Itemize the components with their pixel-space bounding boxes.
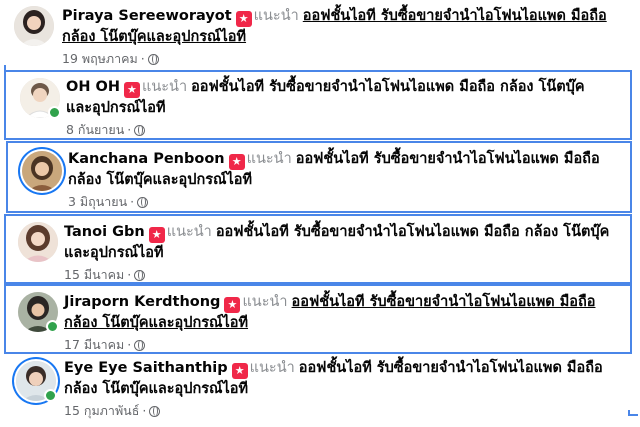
online-status-dot xyxy=(44,389,57,402)
star-icon: ★ xyxy=(235,11,252,27)
avatar[interactable] xyxy=(16,361,57,402)
review-date[interactable]: 15 กุมภาพันธ์ xyxy=(64,403,139,418)
review-meta: 17 มีนาคม · xyxy=(64,336,624,354)
globe-icon xyxy=(137,197,149,208)
review-meta: 15 มีนาคม · xyxy=(64,266,624,284)
page-link[interactable]: ออฟชั้นไอที รับซื้อขายจำนำไอโฟนไอแพด มือ… xyxy=(299,360,603,376)
recommend-label: แนะนำ xyxy=(253,8,299,24)
review-line: กล้อง โน๊ตบุ๊คและอุปกรณ์ไอที xyxy=(64,313,624,334)
review-line: Tanoi Gbn ★ แนะนำ ออฟชั้นไอที รับซื้อขายจำน… xyxy=(64,222,624,243)
page-link[interactable]: ออฟชั้นไอที รับซื้อขายจำนำไอโฟนไอแพด มือ… xyxy=(296,151,600,167)
review-date[interactable]: 17 มีนาคม xyxy=(64,337,124,352)
review-meta: 3 มิถุนายน · xyxy=(68,193,624,211)
globe-icon xyxy=(134,270,146,281)
review-line: Jiraporn Kerdthong ★ แนะนำ ออฟชั้นไอที รับซ… xyxy=(64,292,624,313)
star-icon: ★ xyxy=(228,154,245,170)
review-line: และอุปกรณ์ไอที xyxy=(64,243,624,264)
avatar-photo xyxy=(14,6,54,46)
online-status-dot xyxy=(48,106,61,119)
avatar[interactable] xyxy=(18,292,59,333)
review-meta: 15 กุมภาพันธ์ · xyxy=(64,402,634,420)
star-icon: ★ xyxy=(224,297,241,313)
review-line: OH OH ★ แนะนำ ออฟชั้นไอที รับซื้อขายจำนำไอโ… xyxy=(66,77,624,98)
globe-icon xyxy=(134,340,146,351)
review-card: Eye Eye Saithanthip ★ แนะนำ ออฟชั้นไอที รับ… xyxy=(0,355,640,427)
reviewer-name[interactable]: Tanoi Gbn xyxy=(64,224,145,240)
avatar[interactable] xyxy=(14,6,54,46)
page-link[interactable]: ออฟชั้นไอที รับซื้อขายจำนำไอโฟนไอแพด มือ… xyxy=(191,79,585,95)
globe-icon xyxy=(134,125,146,136)
review-date[interactable]: 15 มีนาคม xyxy=(64,267,124,282)
star-icon: ★ xyxy=(123,82,140,98)
online-status-dot xyxy=(46,320,59,333)
review-line: กล้อง โน๊ตบุ๊คและอุปกรณ์ไอที xyxy=(64,379,634,400)
page-link[interactable]: ออฟชั้นไอที รับซื้อขายจำนำไอโฟนไอแพด มือ… xyxy=(292,294,596,310)
review-line: Eye Eye Saithanthip ★ แนะนำ ออฟชั้นไอที รับ… xyxy=(64,358,634,379)
review-card: Tanoi Gbn ★ แนะนำ ออฟชั้นไอที รับซื้อขายจำน… xyxy=(4,214,632,284)
globe-icon xyxy=(147,54,159,65)
recommend-label: แนะนำ xyxy=(246,151,292,167)
page-link[interactable]: ออฟชั้นไอที รับซื้อขายจำนำไอโฟนไอแพด มือ… xyxy=(216,224,610,240)
page-link[interactable]: และอุปกรณ์ไอที xyxy=(66,100,166,116)
page-link[interactable]: กล้อง โน๊ตบุ๊คและอุปกรณ์ไอที xyxy=(64,381,248,397)
reviewer-name[interactable]: Piraya Sereeworayot xyxy=(62,8,232,24)
reviewer-name[interactable]: Kanchana Penboon xyxy=(68,151,225,167)
recommend-label: แนะนำ xyxy=(141,79,188,95)
page-link[interactable]: กล้อง โน๊ตบุ๊คและอุปกรณ์ไอที xyxy=(62,29,246,45)
avatar-photo xyxy=(22,151,62,191)
review-meta: 19 พฤษภาคม · xyxy=(62,50,634,68)
star-icon: ★ xyxy=(148,227,165,243)
review-line: กล้อง โน๊ตบุ๊คและอุปกรณ์ไอที xyxy=(68,170,624,191)
recommend-label: แนะนำ xyxy=(166,224,212,240)
star-icon: ★ xyxy=(231,363,248,379)
recommend-label: แนะนำ xyxy=(249,360,295,376)
avatar[interactable] xyxy=(20,78,61,119)
review-card: Piraya Sereeworayot ★ แนะนำ ออฟชั้นไอที รับ… xyxy=(0,0,640,70)
avatar-photo xyxy=(18,222,58,262)
reviewer-name[interactable]: OH OH xyxy=(66,79,120,95)
review-meta: 8 กันยายน · xyxy=(66,121,624,139)
review-line: Kanchana Penboon ★ แนะนำ ออฟชั้นไอที รับซื้… xyxy=(68,149,624,170)
review-card: OH OH ★ แนะนำ ออฟชั้นไอที รับซื้อขายจำนำไอโ… xyxy=(4,70,632,140)
page-link[interactable]: กล้อง โน๊ตบุ๊คและอุปกรณ์ไอที xyxy=(68,172,252,188)
frame-edge xyxy=(630,414,638,416)
review-line: กล้อง โน๊ตบุ๊คและอุปกรณ์ไอที xyxy=(62,27,634,48)
page-link[interactable]: ออฟชั้นไอที รับซื้อขายจำนำไอโฟนไอแพด มือ… xyxy=(303,8,607,24)
review-card: Kanchana Penboon ★ แนะนำ ออฟชั้นไอที รับซื้… xyxy=(6,141,632,213)
globe-icon xyxy=(149,406,161,417)
recommend-label: แนะนำ xyxy=(242,294,288,310)
review-line: Piraya Sereeworayot ★ แนะนำ ออฟชั้นไอที รับ… xyxy=(62,6,634,27)
avatar[interactable] xyxy=(18,222,58,262)
avatar[interactable] xyxy=(22,151,62,191)
page-link[interactable]: และอุปกรณ์ไอที xyxy=(64,245,164,261)
review-date[interactable]: 8 กันยายน xyxy=(66,122,124,137)
reviewer-name[interactable]: Eye Eye Saithanthip xyxy=(64,360,228,376)
reviewer-name[interactable]: Jiraporn Kerdthong xyxy=(64,294,220,310)
review-card: Jiraporn Kerdthong ★ แนะนำ ออฟชั้นไอที รับซ… xyxy=(4,284,632,354)
review-date[interactable]: 3 มิถุนายน xyxy=(68,194,127,209)
page-link[interactable]: กล้อง โน๊ตบุ๊คและอุปกรณ์ไอที xyxy=(64,315,248,331)
review-date[interactable]: 19 พฤษภาคม xyxy=(62,51,138,66)
review-line: และอุปกรณ์ไอที xyxy=(66,98,624,119)
